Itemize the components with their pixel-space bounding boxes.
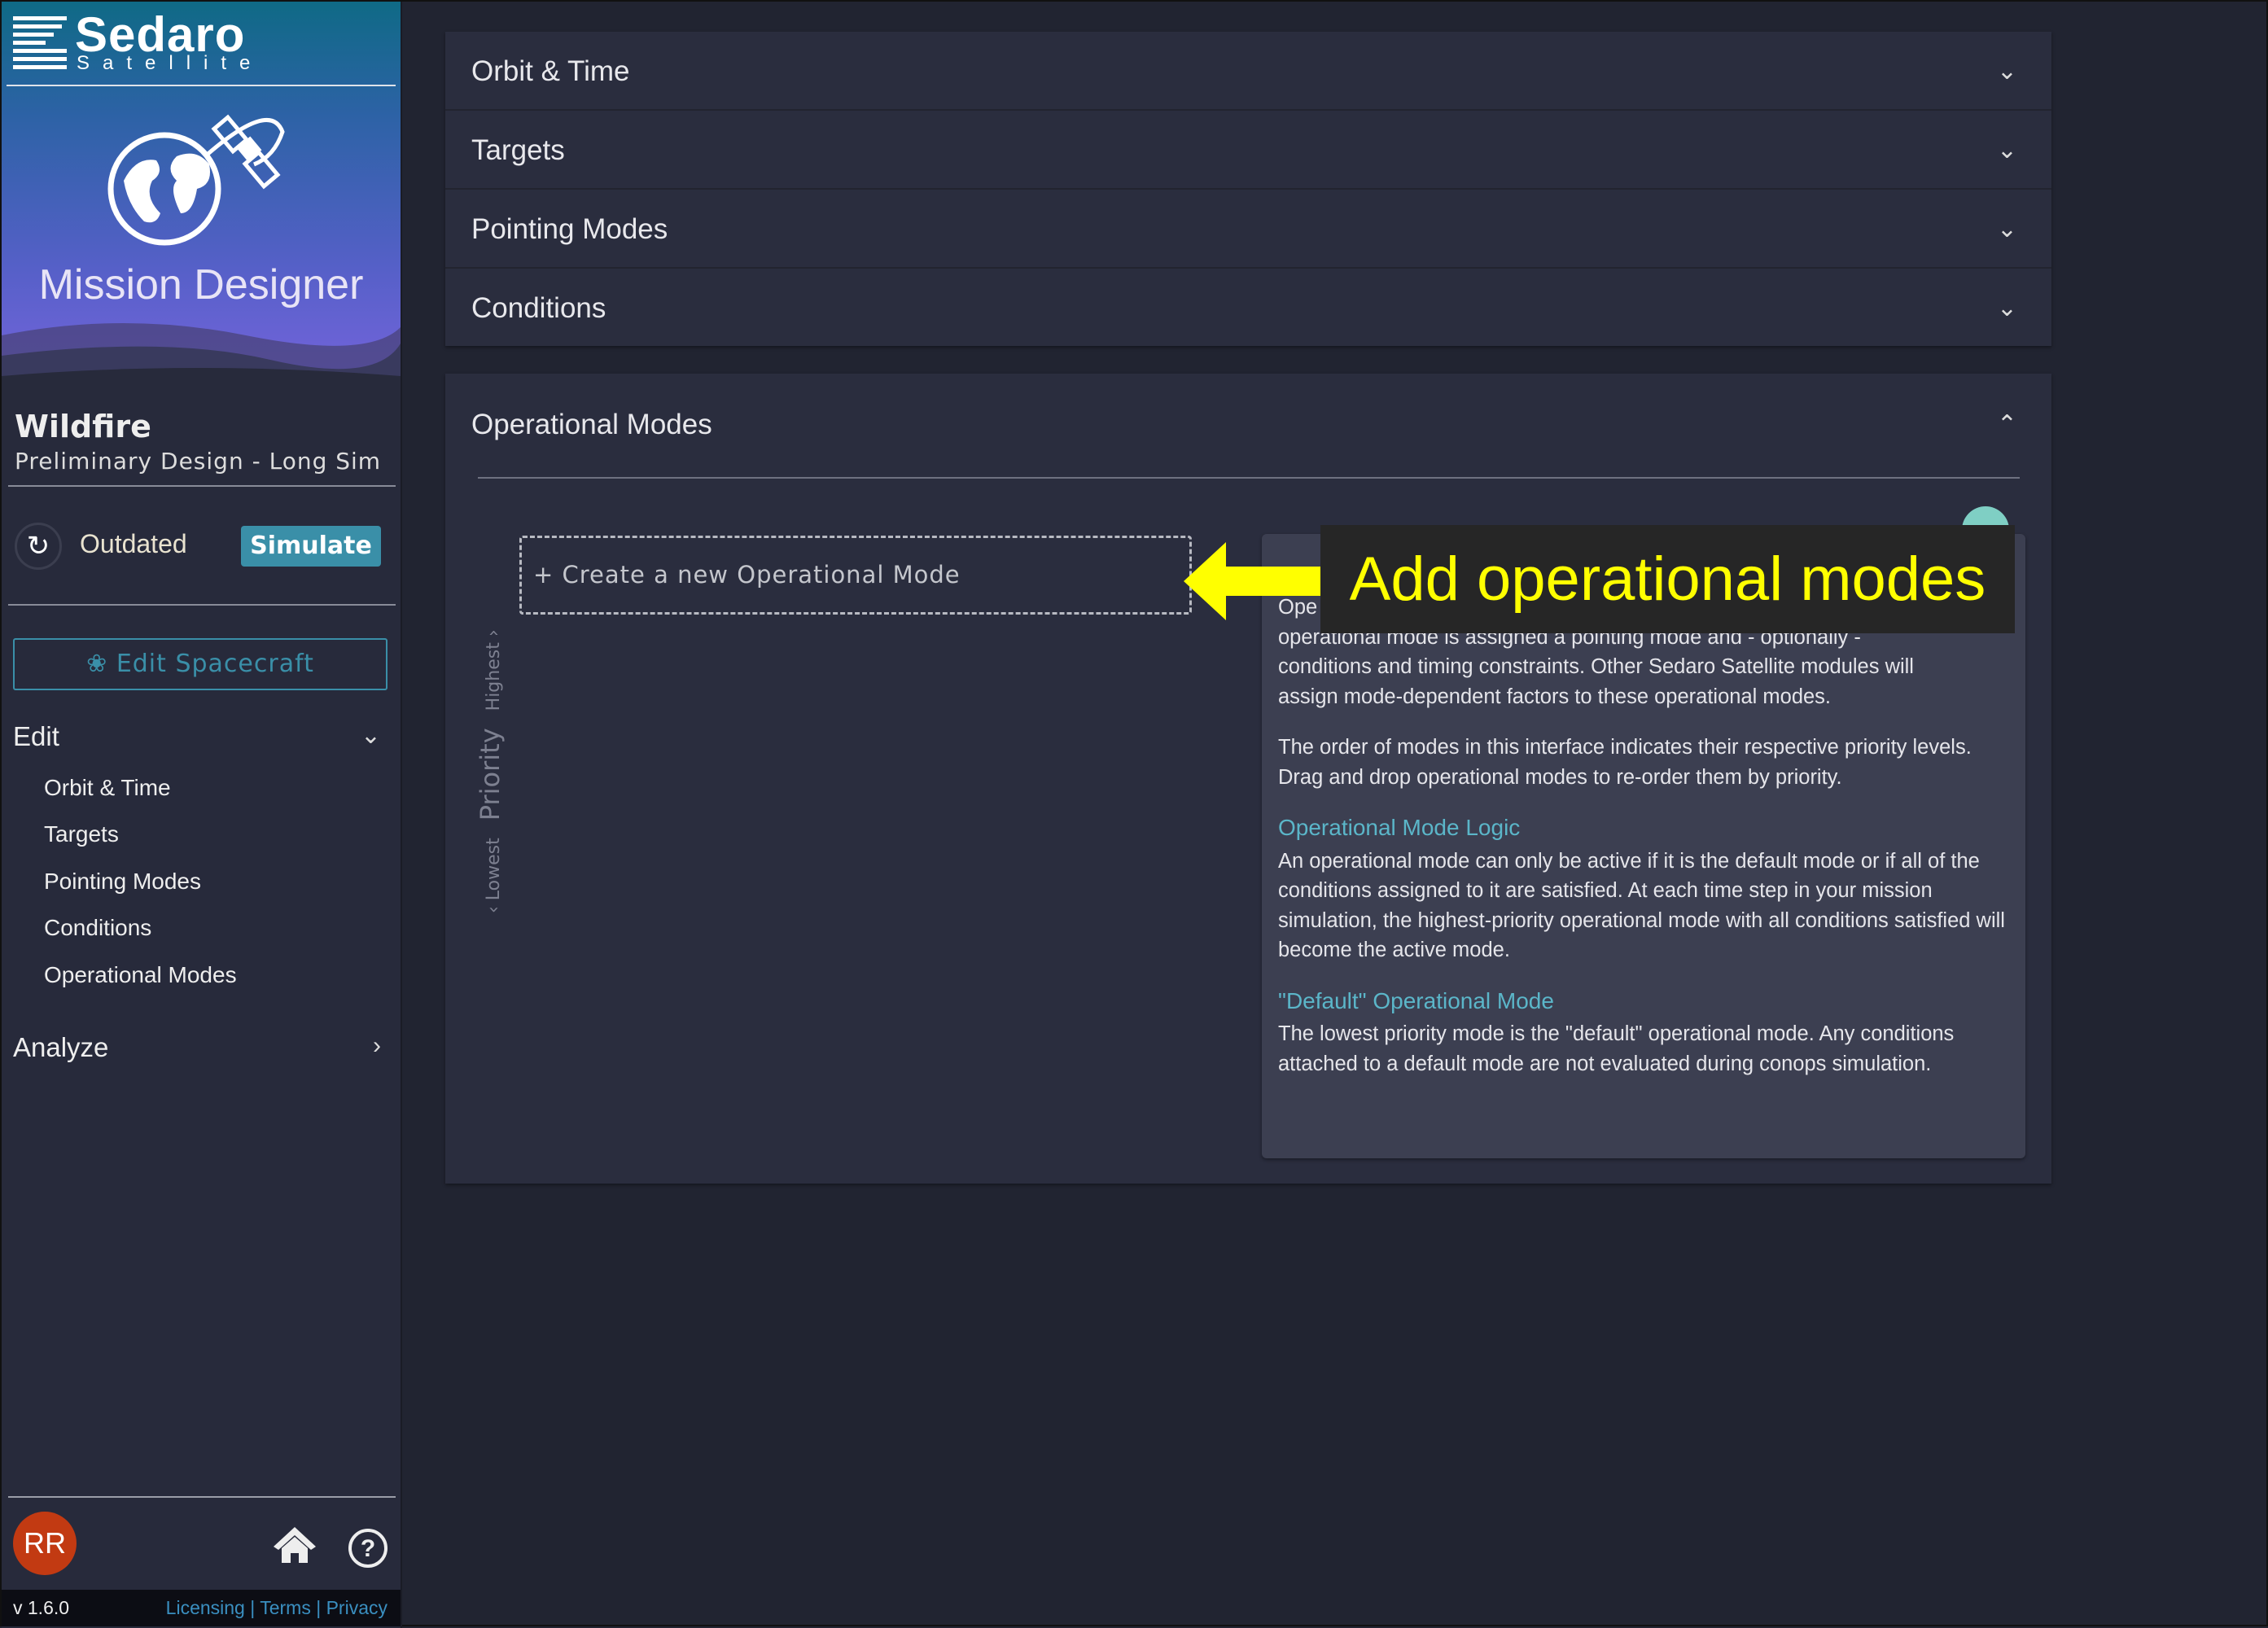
accordion-conditions[interactable]: Conditions ⌄ <box>445 269 2051 348</box>
chevron-left-icon: ‹ <box>484 906 504 913</box>
accordion-group: Orbit & Time ⌄ Targets ⌄ Pointing Modes ⌄ C… <box>445 32 2051 346</box>
chevron-down-icon: ⌄ <box>1996 58 2017 85</box>
user-avatar[interactable]: RR <box>13 1512 77 1575</box>
accordion-targets[interactable]: Targets ⌄ <box>445 111 2051 190</box>
help-icon[interactable]: ? <box>347 1527 389 1569</box>
annotation-arrow-icon <box>1184 542 1332 620</box>
priority-axis: ‹ Lowest Priority Highest › <box>472 628 508 913</box>
spacecraft-icon: ❀ <box>86 650 108 678</box>
chevron-up-icon: ⌃ <box>1996 411 2017 438</box>
terms-link[interactable]: Terms <box>260 1597 311 1618</box>
help-heading-logic: Operational Mode Logic <box>1278 815 1521 840</box>
sim-status: Outdated <box>80 529 187 558</box>
app-title: Mission Designer <box>38 261 364 309</box>
priority-lowest: Lowest <box>484 838 504 901</box>
help-heading-default: "Default" Operational Mode <box>1278 987 1554 1013</box>
priority-label: Priority <box>475 728 506 821</box>
help-paragraph-4: The lowest priority mode is the "default… <box>1278 1022 1955 1075</box>
nav-item-operational-modes[interactable]: Operational Modes <box>44 962 237 988</box>
nav-item-targets[interactable]: Targets <box>44 821 119 847</box>
chevron-right-icon: › <box>484 629 504 637</box>
help-paragraph-3: An operational mode can only be active i… <box>1278 849 2005 962</box>
chevron-down-icon: ⌄ <box>1996 216 2017 243</box>
sedaro-logo-icon <box>13 16 67 69</box>
chevron-right-icon: › <box>373 1032 381 1059</box>
refresh-icon[interactable]: ↻ <box>15 523 62 570</box>
nav-item-conditions[interactable]: Conditions <box>44 915 151 941</box>
edit-spacecraft-label: Edit Spacecraft <box>116 650 314 678</box>
branch-name[interactable]: Preliminary Design - Long Sim <box>15 448 381 475</box>
privacy-link[interactable]: Privacy <box>326 1597 387 1618</box>
globe-satellite-icon <box>107 114 285 246</box>
logo-subtext: Satellite <box>77 52 264 74</box>
help-paragraph-2: The order of modes in this interface ind… <box>1278 736 1972 789</box>
svg-text:?: ? <box>361 1535 375 1562</box>
home-icon[interactable] <box>272 1525 317 1565</box>
nav-item-orbit-time[interactable]: Orbit & Time <box>44 775 171 801</box>
version: v 1.6.0 <box>13 1597 70 1618</box>
edit-spacecraft-button[interactable]: ❀ Edit Spacecraft <box>13 638 387 690</box>
create-operational-mode-button[interactable]: + Create a new Operational Mode <box>519 536 1192 615</box>
nav-section-analyze[interactable]: Analyze › <box>13 1032 387 1063</box>
chevron-down-icon: ⌄ <box>1996 295 2017 322</box>
nav-item-pointing-modes[interactable]: Pointing Modes <box>44 869 201 895</box>
footer: v 1.6.0 Licensing | Terms | Privacy <box>2 1590 401 1626</box>
annotation-callout: Add operational modes <box>1320 525 2015 633</box>
nav-section-edit[interactable]: Edit ⌄ <box>13 721 387 752</box>
sidebar: Sedaro Satellite Mission Designer Wildfi… <box>2 2 402 1628</box>
nav-section-label: Analyze <box>13 1032 109 1062</box>
nav-section-label: Edit <box>13 721 59 751</box>
accordion-orbit-time[interactable]: Orbit & Time ⌄ <box>445 32 2051 111</box>
chevron-down-icon: ⌄ <box>1996 137 2017 164</box>
hero-wave <box>2 323 401 384</box>
accordion-operational-modes[interactable]: Operational Modes ⌃ <box>445 374 2051 475</box>
project-name: Wildfire <box>15 409 151 444</box>
licensing-link[interactable]: Licensing <box>166 1597 245 1618</box>
accordion-pointing-modes[interactable]: Pointing Modes ⌄ <box>445 190 2051 269</box>
sidebar-hero: Sedaro Satellite Mission Designer <box>2 2 401 384</box>
simulate-button[interactable]: Simulate <box>241 526 381 567</box>
priority-highest: Highest <box>484 642 504 711</box>
chevron-down-icon: ⌄ <box>360 722 381 749</box>
